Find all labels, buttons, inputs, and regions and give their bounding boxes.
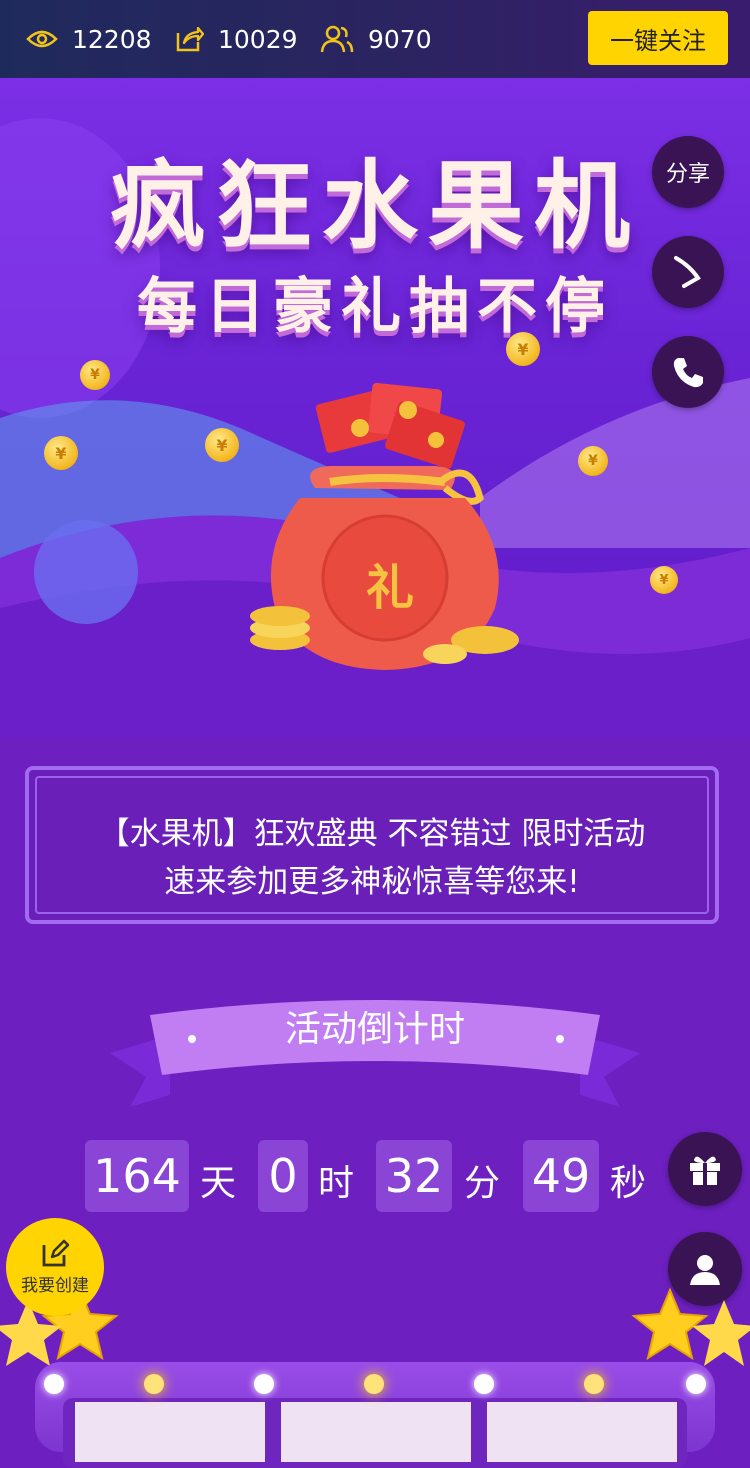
music-icon [674,256,701,288]
music-button[interactable] [652,236,724,308]
bag-label: 礼 [365,560,414,616]
light-bulb [686,1374,706,1394]
countdown-seconds: 49 [523,1140,599,1212]
countdown-seconds-unit: 秒 [610,1163,647,1204]
light-bulb [474,1374,494,1394]
countdown-minutes-unit: 分 [464,1163,501,1204]
light-bulb [364,1374,384,1394]
countdown-hours-unit: 时 [318,1163,355,1204]
activity-notice: 【水果机】狂欢盛典 不容错过 限时活动 速来参加更多神秘惊喜等您来! [25,766,719,924]
edit-icon [42,1239,70,1266]
notice-line-1: 【水果机】狂欢盛典 不容错过 限时活动 [98,816,646,852]
reel-slot [487,1402,677,1462]
coin-icon: ¥ [205,428,239,462]
reel-slot [281,1402,471,1462]
countdown-days-unit: 天 [200,1163,237,1204]
participants-count: 9070 [368,24,432,54]
shares-stat: 10029 [174,22,298,56]
create-label: 我要创建 [21,1275,89,1296]
coin-icon: ¥ [578,446,608,476]
countdown-hours: 0 [258,1140,308,1212]
light-bulb [44,1374,64,1394]
notice-line-2: 速来参加更多神秘惊喜等您来! [164,864,580,900]
countdown-minutes: 32 [376,1140,452,1212]
views-count: 12208 [72,24,152,54]
coin-icon: ¥ [80,360,110,390]
share-label: 分享 [665,162,710,187]
create-button[interactable]: 我要创建 [6,1218,104,1316]
shares-count: 10029 [218,24,298,54]
gift-icon [690,1156,720,1185]
coin-icon: ¥ [650,566,678,594]
share-out-icon [176,26,204,52]
phone-button[interactable] [652,336,724,408]
lucky-bag-illustration [250,382,519,670]
participants-stat: 9070 [320,22,432,56]
follow-button[interactable]: 一键关注 [588,11,728,65]
top-stats-bar: 12208 10029 9070 一键关注 [0,0,750,78]
light-bulb [584,1374,604,1394]
share-button[interactable]: 分享 [652,136,724,208]
hero-subtitle: 每日豪礼抽不停 [137,272,613,342]
light-bulb [144,1374,164,1394]
star-decoration-right [631,1287,750,1366]
hero-banner: 疯狂水果机 每日豪礼抽不停 ¥ ¥ ¥ ¥ ¥ ¥ 礼 [0,78,750,738]
reel-slot [75,1402,265,1462]
coin-icon: ¥ [44,436,78,470]
users-icon [320,25,354,53]
countdown-title: 活动倒计时 [284,1009,465,1050]
views-stat: 12208 [26,22,152,56]
hero-title: 疯狂水果机 [110,150,640,262]
countdown-days: 164 [85,1140,189,1212]
light-bulb [254,1374,274,1394]
phone-icon [673,358,703,388]
gift-button[interactable] [668,1132,742,1206]
eye-icon [26,30,58,48]
coin-icon: ¥ [506,332,540,366]
